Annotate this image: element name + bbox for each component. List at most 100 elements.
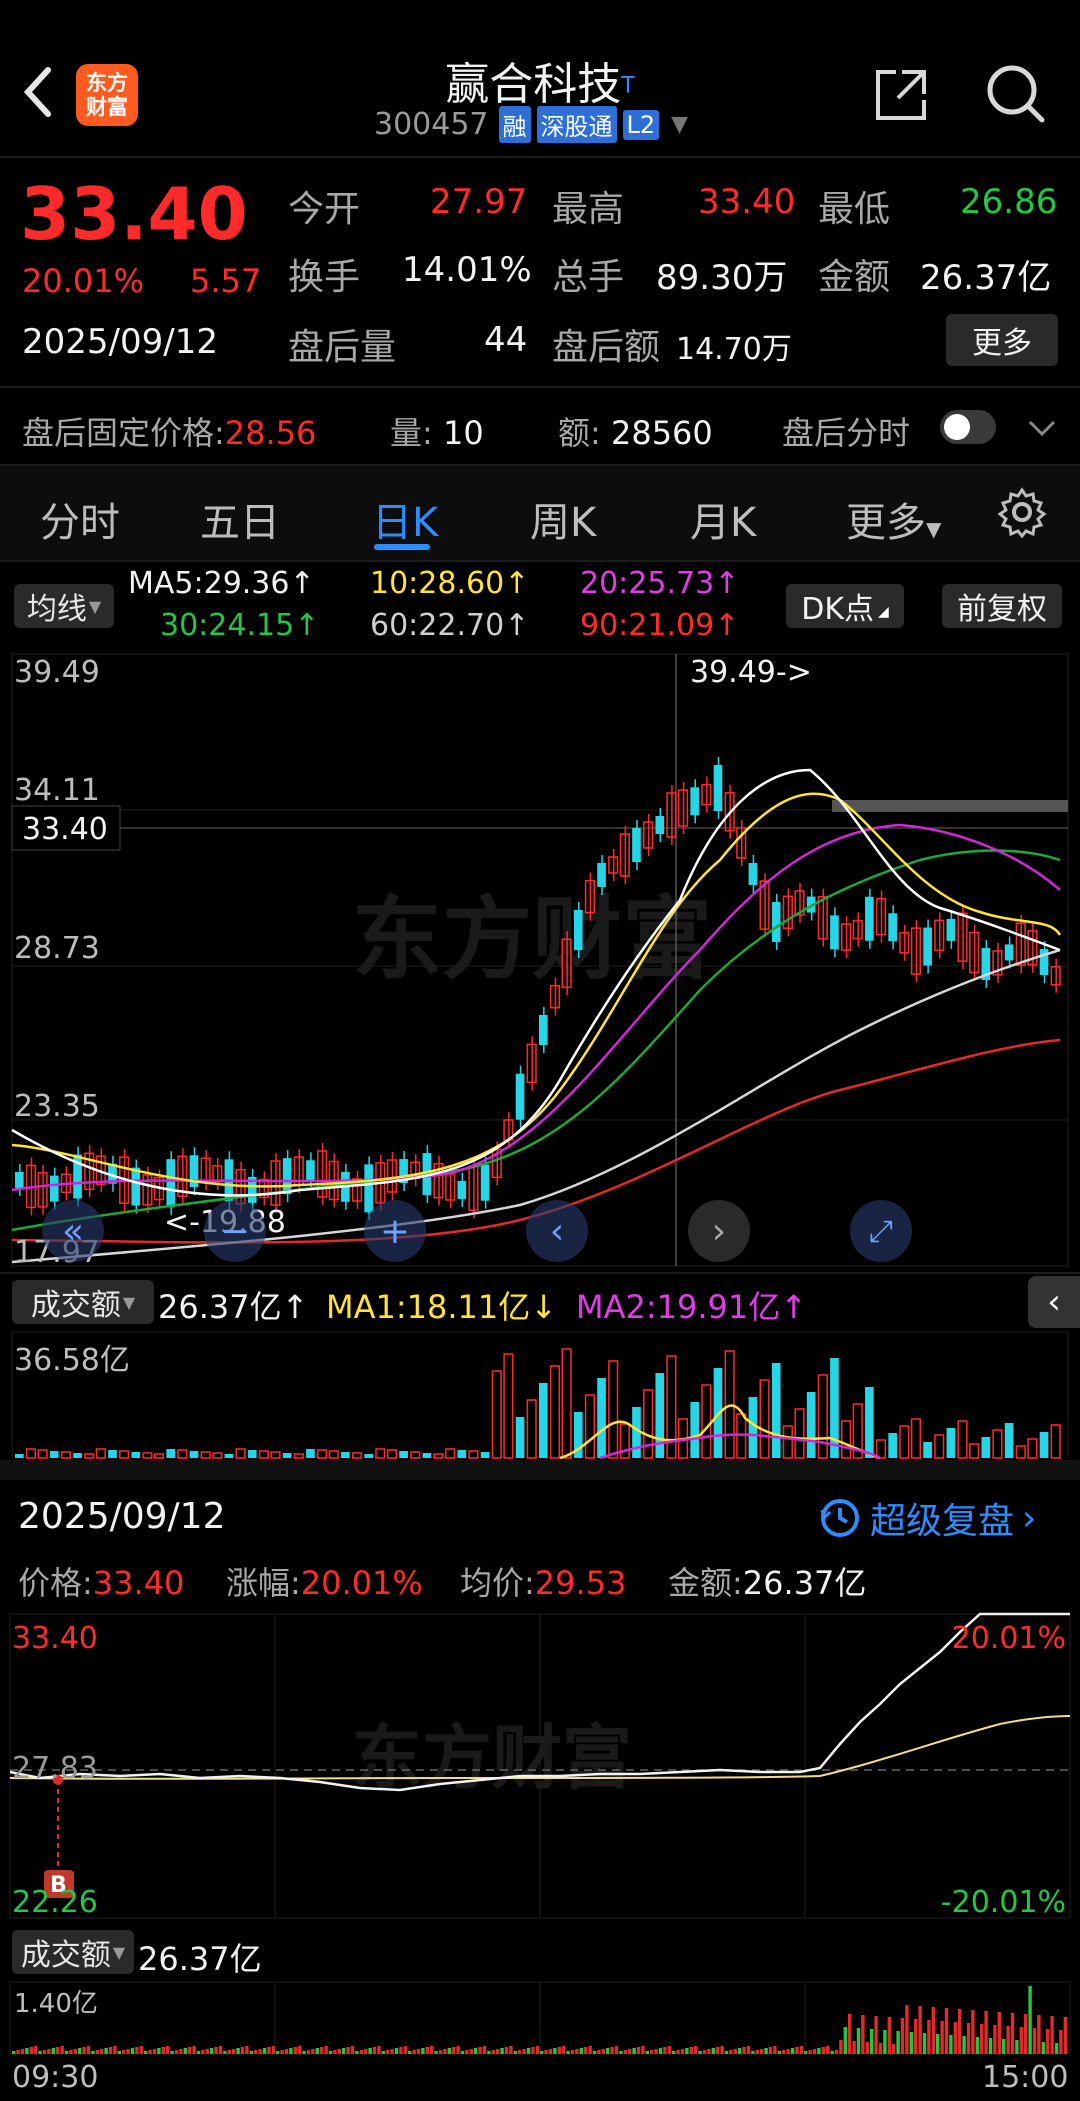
- volume-bar: [830, 1358, 839, 1458]
- search-button[interactable]: [984, 62, 1048, 126]
- tab-weekly-k[interactable]: 周K: [530, 490, 596, 548]
- intraday-volume-bar: [201, 2050, 205, 2054]
- intraday-volume-bar: [808, 2050, 812, 2054]
- intraday-volume-bar: [993, 2025, 997, 2054]
- intraday-volume-bar: [1019, 2027, 1023, 2054]
- volume-label: 总手: [552, 257, 625, 298]
- intraday-volume-bar: [394, 2048, 399, 2054]
- intraday-chart[interactable]: 东方财富 B 33.40 27.83 22.26 20.01% -20.01%: [0, 1612, 1080, 1922]
- settings-button[interactable]: [996, 486, 1048, 539]
- intraday-volume-bar: [566, 2051, 570, 2054]
- y-axis-4: 23.35: [14, 1089, 100, 1124]
- intraday-volume-selector[interactable]: 成交额 ▼: [12, 1930, 134, 1974]
- volume-bar: [794, 1408, 805, 1459]
- after-hours-toggle[interactable]: [940, 410, 996, 444]
- intraday-volume-bar: [302, 2051, 306, 2054]
- intraday-volume-bar: [672, 2051, 676, 2054]
- candle-body: [830, 915, 839, 950]
- intraday-volume-bar: [240, 2047, 245, 2054]
- ma-selector-label: 均线: [26, 592, 87, 627]
- volume-bar: [293, 1453, 304, 1459]
- kline-chart[interactable]: 东方财富 39.49 34.11 33.40 28.73 23.35 17.97…: [0, 650, 1080, 1270]
- tab-more[interactable]: 更多▼: [846, 490, 941, 548]
- intraday-volume-bar: [333, 2050, 337, 2054]
- candle-body: [166, 1159, 176, 1208]
- volume-chart[interactable]: 36.58亿: [0, 1330, 1080, 1460]
- volume-bar: [306, 1449, 315, 1458]
- candle-body: [771, 902, 781, 943]
- fullscreen-button[interactable]: ⤢: [850, 1200, 912, 1262]
- more-button[interactable]: 更多: [946, 314, 1058, 366]
- tab-five-day[interactable]: 五日: [200, 490, 280, 548]
- collapse-panel-button[interactable]: ‹: [1028, 1276, 1080, 1328]
- intraday-volume-bar: [139, 2046, 143, 2054]
- arrow-down-icon: ↓: [530, 1288, 558, 1326]
- intraday-volume-chart[interactable]: 1.40亿: [0, 1980, 1080, 2056]
- intraday-volume-bar: [293, 2047, 297, 2054]
- intraday-volume-bar: [447, 2048, 451, 2054]
- expand-button[interactable]: [1022, 408, 1062, 448]
- volume-ma2-text: MA2:19.91亿: [576, 1288, 781, 1326]
- volume-bar: [247, 1450, 257, 1458]
- intraday-volume-bar: [20, 2049, 25, 2054]
- volume-bar: [608, 1360, 619, 1459]
- scroll-left-button[interactable]: ‹: [526, 1200, 588, 1262]
- volume-bar: [25, 1448, 37, 1459]
- scroll-right-button[interactable]: ›: [688, 1200, 750, 1262]
- chevron-right-icon: ›: [1022, 1497, 1037, 1539]
- intraday-volume-bar: [874, 2016, 878, 2054]
- volume-bar: [445, 1448, 456, 1459]
- dk-point-button[interactable]: DK点 ◢: [786, 584, 904, 628]
- after-amt-value: 28560: [610, 414, 713, 452]
- intraday-volume-bar: [980, 2024, 984, 2054]
- tab-monthly-k[interactable]: 月K: [690, 490, 756, 548]
- intraday-volume-bar: [1054, 2043, 1059, 2054]
- intraday-volume-bar: [298, 2046, 302, 2054]
- intraday-volume-bar: [359, 2050, 363, 2054]
- volume-bar: [95, 1448, 106, 1459]
- intraday-volume-bar: [1032, 2028, 1037, 2054]
- volume-bar: [817, 1374, 828, 1459]
- adjust-button[interactable]: 前复权: [942, 584, 1062, 628]
- tab-timeshare[interactable]: 分时: [40, 490, 120, 548]
- intraday-volume-bar: [575, 2049, 579, 2054]
- caret-down-icon: ▼: [88, 596, 102, 616]
- volume-selector[interactable]: 成交额 ▼: [12, 1280, 154, 1324]
- intraday-volume-bar: [381, 2051, 385, 2054]
- volume-bar: [224, 1454, 234, 1458]
- intraday-volume-bar: [306, 2050, 311, 2054]
- volume-bar: [643, 1389, 654, 1459]
- intraday-volume-bar: [249, 2051, 253, 2054]
- volume-value: 26.37亿↑: [158, 1282, 308, 1328]
- intraday-volume-bar: [130, 2048, 135, 2054]
- super-replay-button[interactable]: 超级复盘 ›: [818, 1492, 1036, 1544]
- intraday-volume-bar: [29, 2047, 33, 2054]
- zoom-in-button[interactable]: +: [364, 1200, 426, 1262]
- intraday-volume-bar: [931, 2007, 935, 2054]
- candle-body: [15, 1172, 24, 1188]
- candle-body: [748, 863, 758, 885]
- intraday-volume-bar: [456, 2046, 460, 2054]
- zoom-out-button[interactable]: −: [204, 1200, 266, 1262]
- volume-bar: [690, 1402, 700, 1458]
- intraday-volume-bar: [500, 2048, 504, 2054]
- intraday-volume-bar: [619, 2051, 623, 2054]
- candle-body: [946, 918, 956, 941]
- ma30-text: 30:24.15: [160, 608, 295, 643]
- arrow-up-icon: ↑: [714, 566, 740, 601]
- scroll-left-fast-button[interactable]: «: [42, 1200, 104, 1262]
- intraday-volume-bar: [64, 2051, 69, 2054]
- intraday-volume-bar: [280, 2050, 284, 2054]
- tab-daily-k[interactable]: 日K: [372, 490, 438, 548]
- volume-selector-label: 成交额: [30, 1288, 121, 1323]
- back-button[interactable]: [18, 62, 68, 122]
- volume-bar: [1015, 1445, 1026, 1459]
- intraday-volume-bar: [975, 2037, 979, 2054]
- caret-down-icon[interactable]: ▼: [671, 112, 688, 137]
- price-value: 33.40: [92, 1564, 185, 1602]
- ma-selector[interactable]: 均线 ▼: [14, 584, 114, 628]
- arrow-up-icon: ↑: [714, 608, 740, 643]
- candle-body: [573, 910, 583, 950]
- share-button[interactable]: [872, 66, 930, 124]
- gear-icon: [997, 487, 1047, 539]
